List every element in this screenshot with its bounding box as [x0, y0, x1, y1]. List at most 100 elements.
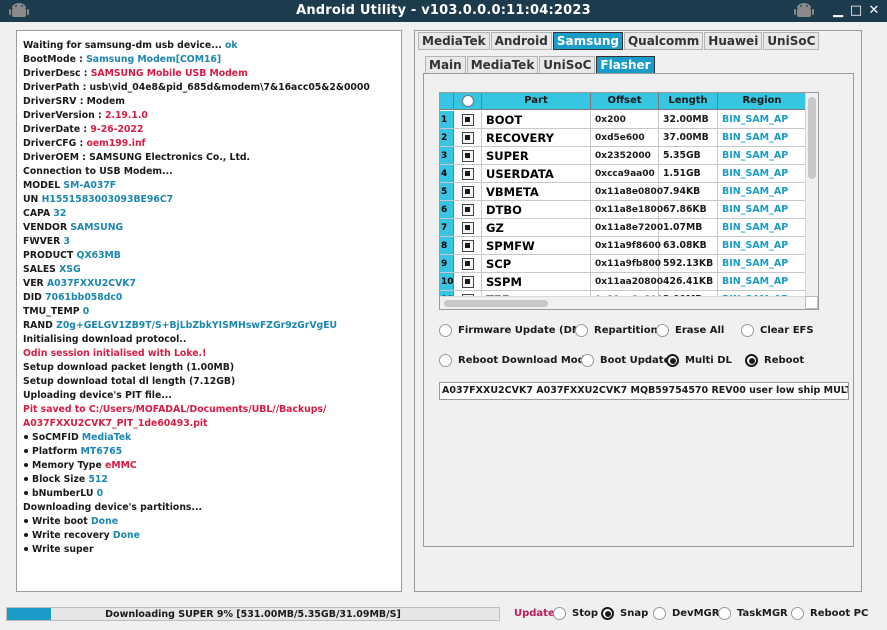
log-line: Write super: [23, 543, 401, 557]
tab-mediatek[interactable]: MediaTek: [418, 32, 490, 50]
option-reboot[interactable]: Reboot: [745, 354, 804, 367]
subtab-mediatek[interactable]: MediaTek: [466, 56, 539, 74]
row-select[interactable]: [454, 129, 482, 146]
bottom-option-snap[interactable]: Snap: [601, 607, 648, 620]
log-text: Write super: [32, 544, 94, 555]
bottom-option-reboot-pc[interactable]: Reboot PC: [791, 607, 868, 620]
option-boot-update[interactable]: Boot Update: [581, 354, 670, 367]
header-select-all[interactable]: [454, 93, 482, 109]
log-text: ok: [225, 40, 238, 51]
checkbox-checked-icon[interactable]: [461, 149, 474, 162]
scroll-thumb[interactable]: [808, 97, 816, 179]
cell-region: BIN_SAM_AP: [722, 222, 789, 233]
checkbox-checked-icon[interactable]: [461, 113, 474, 126]
tab-samsung[interactable]: Samsung: [552, 32, 623, 50]
radio-icon[interactable]: [718, 607, 731, 620]
checkbox-checked-icon[interactable]: [461, 167, 474, 180]
log-line: DriverVersion : 2.19.1.0: [23, 109, 401, 123]
log-text: DriverCFG :: [23, 138, 87, 149]
cell-part: SCP: [482, 255, 591, 272]
firmware-info-field[interactable]: A037FXXU2CVK7 A037FXXU2CVK7 MQB59754570 …: [439, 382, 849, 400]
subtab-flasher[interactable]: Flasher: [596, 56, 655, 74]
log-panel[interactable]: Waiting for samsung-dm usb device... ok B…: [16, 30, 402, 592]
bottom-option-taskmgr[interactable]: TaskMGR: [718, 607, 788, 620]
checkbox-checked-icon[interactable]: [461, 185, 474, 198]
vertical-scrollbar[interactable]: [805, 93, 818, 297]
checkbox-checked-icon[interactable]: [461, 257, 474, 270]
radio-selected-icon[interactable]: [745, 354, 758, 367]
row-select[interactable]: [454, 237, 482, 254]
select-all-radio[interactable]: [461, 95, 474, 107]
radio-dot: [669, 357, 676, 364]
option-multi-dl[interactable]: Multi DL: [666, 354, 732, 367]
option-reboot-download-mode[interactable]: Reboot Download Mode: [439, 354, 592, 367]
row-select[interactable]: [454, 201, 482, 218]
log-text: H1551583003093BE96C7: [41, 194, 174, 205]
table-row[interactable]: 3 SUPER 0x2352000 5.35GB BIN_SAM_AP: [440, 147, 806, 165]
radio-icon[interactable]: [553, 607, 566, 620]
checkbox-checked-icon[interactable]: [461, 131, 474, 144]
radio-icon[interactable]: [653, 607, 666, 620]
log-text: FWVER: [23, 236, 64, 247]
radio-selected-icon[interactable]: [666, 354, 679, 367]
row-select[interactable]: [454, 219, 482, 236]
log-line: Initialising download protocol..: [23, 333, 401, 347]
checkbox-checked-icon[interactable]: [461, 239, 474, 252]
row-select[interactable]: [454, 273, 482, 290]
bottom-option-stop[interactable]: Stop: [553, 607, 598, 620]
option-clear-efs[interactable]: Clear EFS: [741, 324, 814, 337]
option-label: Boot Update: [600, 355, 671, 366]
radio-icon[interactable]: [741, 324, 754, 337]
tab-unisoc[interactable]: UniSoC: [763, 32, 820, 50]
checkbox-checked-icon[interactable]: [461, 203, 474, 216]
option-repartition[interactable]: Repartition: [575, 324, 658, 337]
cell-region: BIN_SAM_AP: [722, 168, 789, 179]
tab-qualcomm[interactable]: Qualcomm: [623, 32, 704, 50]
log-line: Setup download total dl length (7.12GB): [23, 375, 401, 389]
table-row[interactable]: 2 RECOVERY 0xd5e600 37.00MB BIN_SAM_AP: [440, 129, 806, 147]
tab-huawei[interactable]: Huawei: [704, 32, 763, 50]
row-select[interactable]: [454, 147, 482, 164]
radio-icon[interactable]: [581, 354, 594, 367]
row-select[interactable]: [454, 255, 482, 272]
checkbox-checked-icon[interactable]: [461, 221, 474, 234]
checkbox-checked-icon[interactable]: [461, 275, 474, 288]
table-row[interactable]: 8 SPMFW 0x11a9f8600 63.08KB BIN_SAM_AP: [440, 237, 806, 255]
row-select[interactable]: [454, 165, 482, 182]
maximize-icon[interactable]: □: [849, 2, 863, 19]
cell-offset: 0x200: [591, 111, 659, 128]
table-row[interactable]: 6 DTBO 0x11a8e1800 67.86KB BIN_SAM_AP: [440, 201, 806, 219]
radio-selected-icon[interactable]: [601, 607, 614, 620]
horizontal-scrollbar[interactable]: [440, 296, 806, 309]
log-line: DriverDate : 9-26-2022: [23, 123, 401, 137]
radio-dot: [748, 357, 755, 364]
subtab-unisoc[interactable]: UniSoC: [539, 56, 596, 74]
radio-icon[interactable]: [439, 354, 452, 367]
table-row[interactable]: 7 GZ 0x11a8e7200 1.07MB BIN_SAM_AP: [440, 219, 806, 237]
radio-icon[interactable]: [439, 324, 452, 337]
option-firmware-update-dm[interactable]: Firmware Update (DM): [439, 324, 586, 337]
close-icon[interactable]: ✕: [867, 2, 881, 19]
progress-text: Downloading SUPER 9% [531.00MB/5.35GB/31…: [105, 609, 401, 620]
radio-icon[interactable]: [656, 324, 669, 337]
row-index: 2: [440, 129, 454, 146]
option-erase-all[interactable]: Erase All: [656, 324, 724, 337]
bottom-option-devmgr[interactable]: DevMGR: [653, 607, 719, 620]
table-row[interactable]: 1 BOOT 0x200 32.00MB BIN_SAM_AP: [440, 111, 806, 129]
log-text: Uploading device's PIT file...: [23, 390, 172, 401]
row-select[interactable]: [454, 111, 482, 128]
radio-icon[interactable]: [791, 607, 804, 620]
subtab-main[interactable]: Main: [425, 56, 466, 74]
table-row[interactable]: 9 SCP 0x11a9fb800 592.13KB BIN_SAM_AP: [440, 255, 806, 273]
table-row[interactable]: 10 SSPM 0x11aa20800 426.41KB BIN_SAM_AP: [440, 273, 806, 291]
table-row[interactable]: 4 USERDATA 0xcca9aa00 1.51GB BIN_SAM_AP: [440, 165, 806, 183]
table-row[interactable]: 5 VBMETA 0x11a8e0800 7.94KB BIN_SAM_AP: [440, 183, 806, 201]
row-select[interactable]: [454, 183, 482, 200]
minimize-icon[interactable]: ▁: [831, 2, 845, 19]
row-index: 1: [440, 111, 454, 128]
tab-android[interactable]: Android: [490, 32, 552, 50]
scroll-thumb[interactable]: [444, 300, 548, 307]
log-line: Block Size 512: [23, 473, 401, 487]
radio-icon[interactable]: [575, 324, 588, 337]
update-link[interactable]: Update: [514, 608, 555, 619]
